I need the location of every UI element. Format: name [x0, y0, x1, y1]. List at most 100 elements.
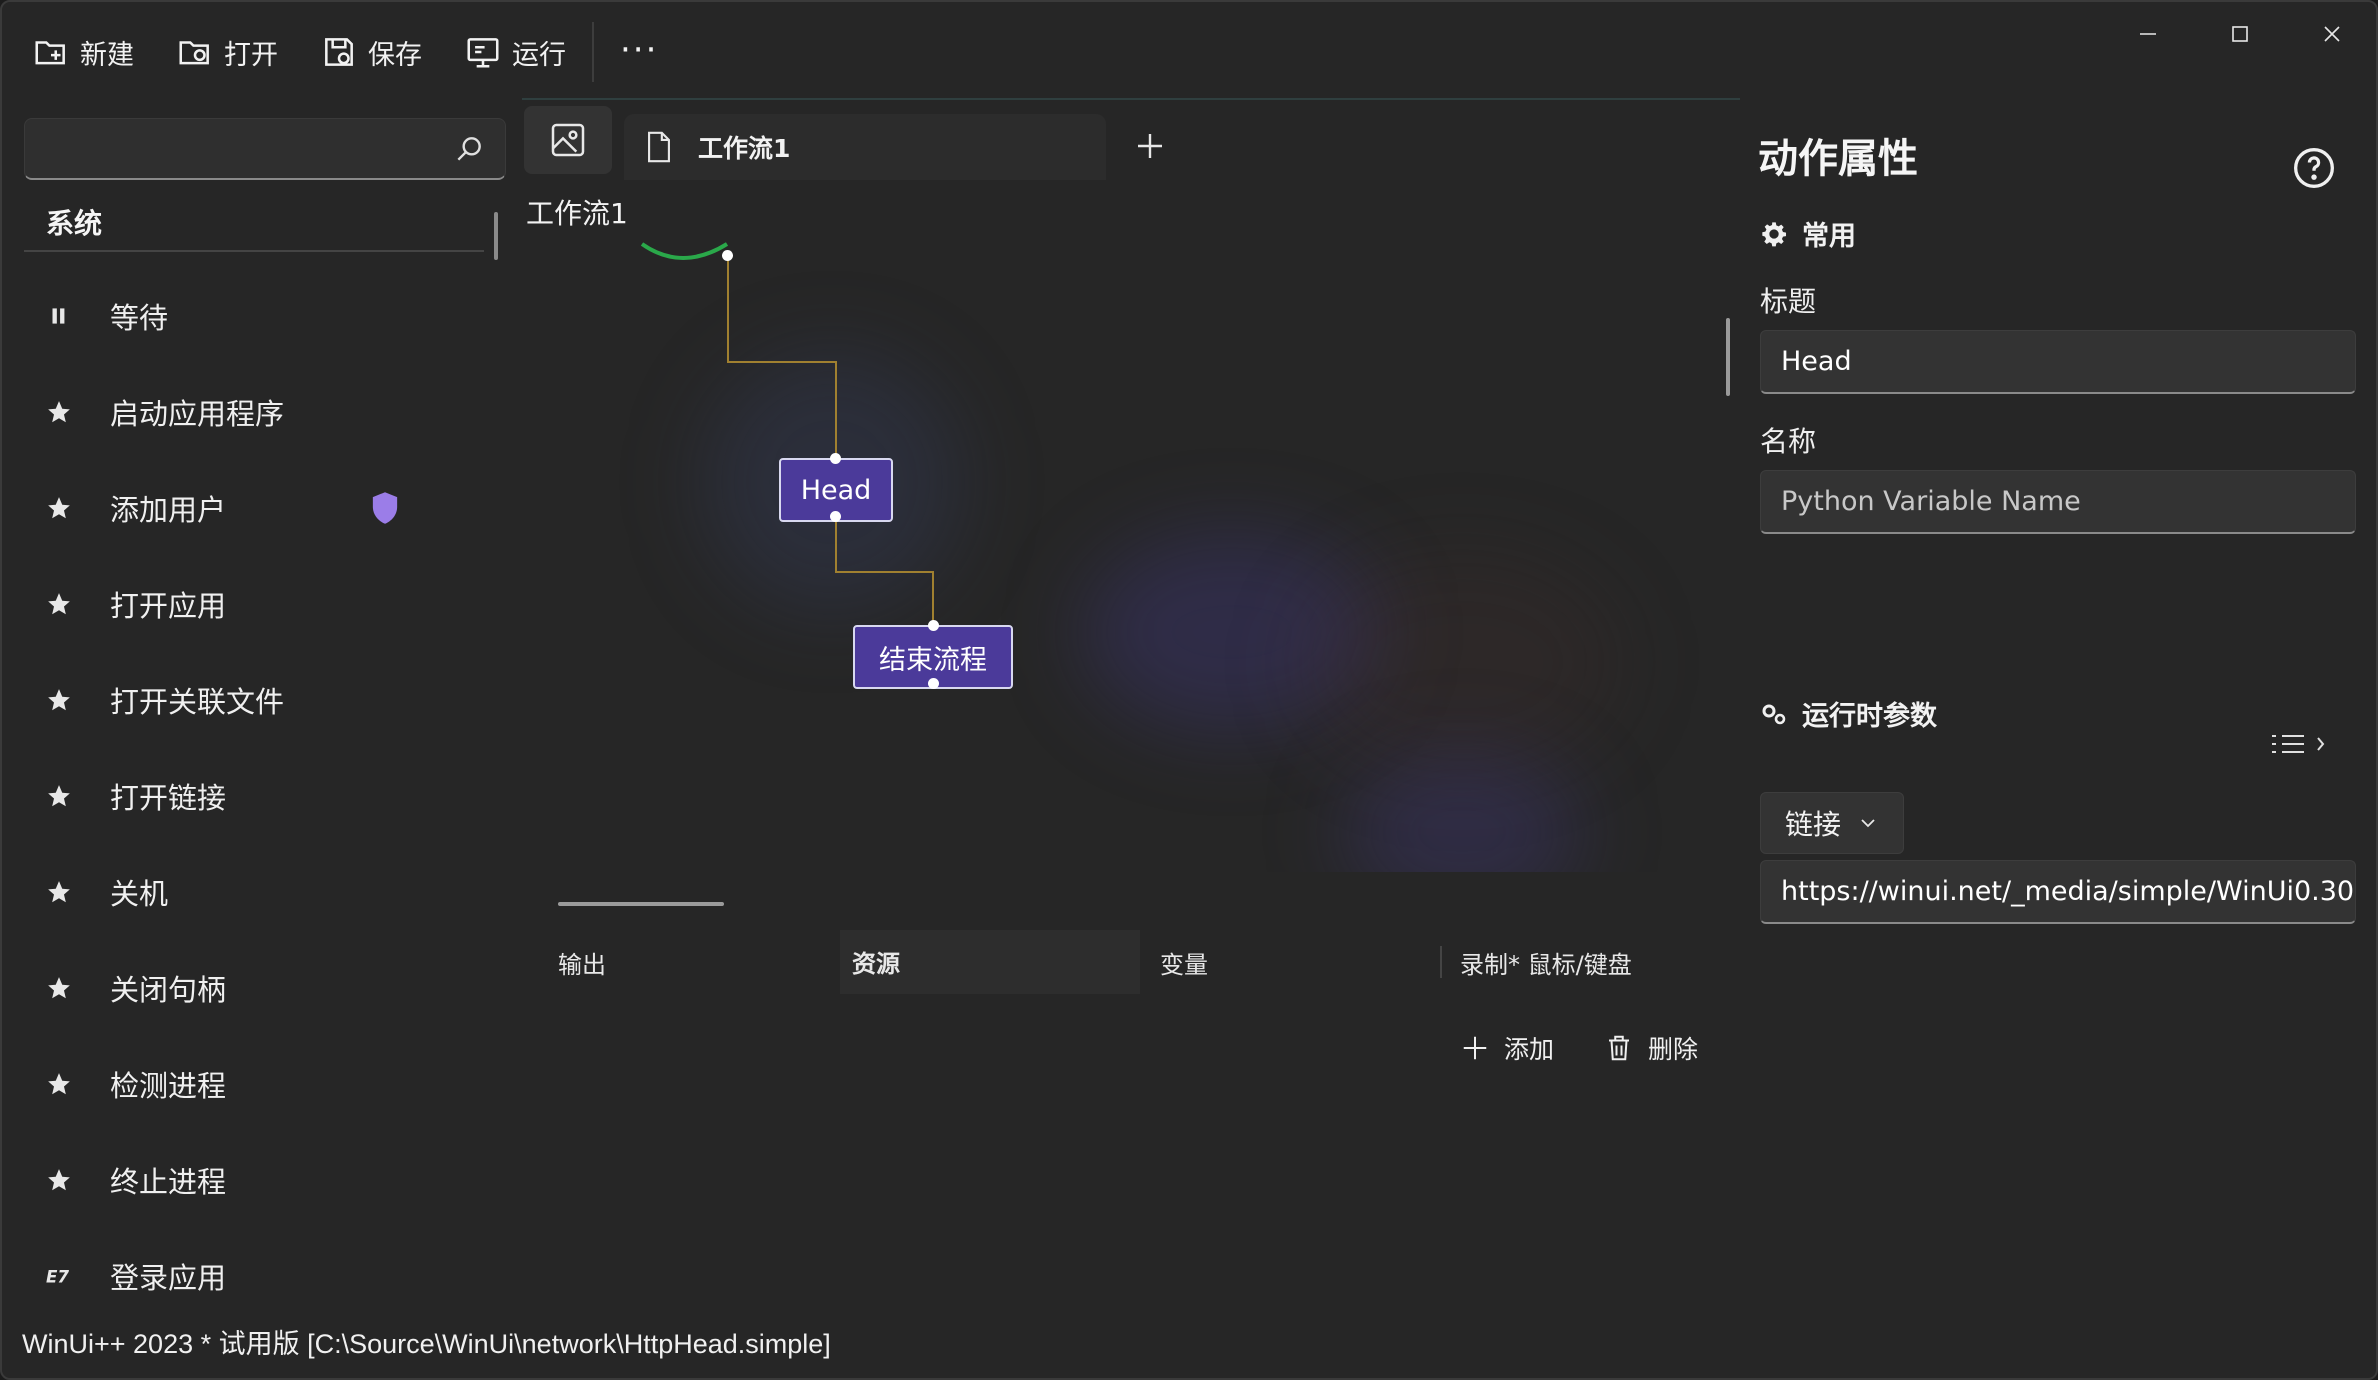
close-button[interactable]	[2302, 14, 2362, 54]
center-top-divider	[522, 98, 1740, 100]
sidebar-item-label: 打开关联文件	[110, 685, 285, 719]
sidebar-item-label: 关闭句柄	[110, 973, 227, 1007]
canvas-horizontal-scrollbar[interactable]	[558, 902, 724, 906]
bottom-tabs: 输出 资源 变量 录制* 鼠标/键盘	[522, 930, 1740, 1000]
name-field-label: 名称	[1760, 425, 1817, 458]
canvas-vertical-scrollbar[interactable]	[1726, 318, 1730, 396]
open-button[interactable]: 打开	[176, 28, 278, 76]
node-input-port[interactable]	[928, 620, 939, 631]
plus-icon	[1463, 1036, 1487, 1060]
search-input[interactable]	[39, 129, 439, 169]
node-output-port[interactable]	[830, 511, 841, 522]
tab-label: 工作流1	[698, 134, 791, 163]
trash-icon	[1609, 1035, 1629, 1061]
new-file-icon	[35, 41, 65, 65]
tab-workflow1[interactable]: 工作流1	[624, 114, 1106, 180]
sidebar-item-open-associated-file[interactable]: 打开关联文件	[32, 665, 502, 735]
sidebar-section-title: 系统	[46, 207, 103, 240]
common-section-label: 常用	[1802, 221, 1856, 252]
sidebar-item-label: 启动应用程序	[110, 397, 285, 431]
tab-record-mouse-keyboard[interactable]: 录制* 鼠标/键盘	[1460, 930, 1730, 994]
toolbar-divider	[592, 22, 594, 82]
url-input[interactable]	[1760, 860, 2356, 924]
tab-divider	[1440, 946, 1442, 978]
properties-title: 动作属性	[1758, 136, 1918, 182]
common-section-header: 常用	[1760, 214, 1856, 253]
new-button[interactable]: 新建	[32, 28, 134, 76]
run-monitor-icon	[467, 38, 499, 68]
sidebar-item-label: 检测进程	[110, 1069, 227, 1103]
gear-icon	[1762, 221, 1787, 246]
param-type-dropdown[interactable]: 链接	[1760, 792, 1904, 854]
runtime-section-label: 运行时参数	[1802, 701, 1937, 732]
name-input[interactable]	[1760, 470, 2356, 534]
sidebar-item-label: 终止进程	[110, 1165, 227, 1199]
title-field-label: 标题	[1760, 285, 1817, 318]
node-label: 结束流程	[879, 644, 987, 676]
gears-icon	[1762, 704, 1786, 724]
star-icon	[42, 875, 76, 909]
sidebar-item-close-handle[interactable]: 关闭句柄	[32, 953, 502, 1023]
star-icon	[42, 491, 76, 525]
tab-record-label: 录制* 鼠标/键盘	[1460, 950, 1632, 979]
connector-layer	[640, 242, 934, 632]
sidebar-item-shutdown[interactable]: 关机	[32, 857, 502, 927]
save-icon	[325, 38, 353, 66]
chevron-down-icon	[1861, 819, 1875, 828]
search-icon[interactable]	[453, 133, 485, 165]
tab-resources[interactable]: 资源	[840, 930, 1140, 994]
e7-icon: E7	[42, 1259, 76, 1293]
delete-button-label: 删除	[1648, 1035, 1699, 1064]
tab-variables[interactable]: 变量	[1160, 930, 1360, 994]
sidebar-item-open-link[interactable]: 打开链接	[32, 761, 502, 831]
start-node-arc	[640, 242, 729, 260]
sidebar-item-wait[interactable]: 等待	[32, 281, 502, 351]
open-folder-icon	[179, 41, 209, 65]
add-tab-icon[interactable]	[1132, 128, 1168, 164]
star-icon	[42, 779, 76, 813]
node-input-port[interactable]	[830, 453, 841, 464]
canvas-title: 工作流1	[526, 197, 628, 230]
sidebar-item-label: 等待	[110, 301, 169, 335]
image-icon	[551, 123, 585, 157]
run-button[interactable]: 运行	[464, 28, 566, 76]
minimize-button[interactable]	[2118, 14, 2178, 54]
add-button[interactable]: 添加	[1460, 1026, 1554, 1070]
node-output-port[interactable]	[928, 678, 939, 689]
app-window: 新建 打开 保存 运行 ··· 系统 等待 启动应用程序 添加用户 打开应用 打…	[0, 0, 2378, 1380]
tab-output[interactable]: 输出	[558, 930, 738, 994]
workflow-canvas[interactable]: Head 结束流程	[522, 232, 1740, 872]
sidebar-section-header[interactable]: 系统	[24, 192, 484, 252]
save-button[interactable]: 保存	[320, 28, 422, 76]
maximize-button[interactable]	[2210, 14, 2270, 54]
sidebar-item-detect-process[interactable]: 检测进程	[32, 1049, 502, 1119]
maximize-icon	[2232, 26, 2248, 42]
start-port[interactable]	[722, 250, 733, 261]
shield-icon	[372, 492, 398, 524]
sidebar-search[interactable]	[24, 118, 506, 180]
sidebar-item-label: 打开应用	[110, 589, 227, 623]
sidebar-scrollbar[interactable]	[494, 212, 498, 260]
status-bar-text: WinUi++ 2023 * 试用版 [C:\Source\WinUi\netw…	[22, 1329, 831, 1359]
sidebar-item-open-app[interactable]: 打开应用	[32, 569, 502, 639]
delete-button[interactable]: 删除	[1604, 1026, 1698, 1070]
sidebar-item-login-app[interactable]: E7 登录应用	[32, 1241, 502, 1311]
connector-line	[727, 256, 837, 460]
svg-text:E7: E7	[46, 1267, 69, 1287]
new-button-label: 新建	[80, 39, 134, 71]
sidebar-item-launch-app[interactable]: 启动应用程序	[32, 377, 502, 447]
sidebar-item-terminate-process[interactable]: 终止进程	[32, 1145, 502, 1215]
sidebar-item-add-user[interactable]: 添加用户	[32, 473, 502, 543]
dropdown-value: 链接	[1785, 808, 1842, 841]
title-input[interactable]	[1760, 330, 2356, 394]
star-icon	[42, 1067, 76, 1101]
list-view-icon[interactable]	[2270, 726, 2330, 762]
connector-line	[835, 516, 934, 632]
minimize-icon	[2140, 33, 2156, 35]
help-icon[interactable]	[2292, 146, 2336, 190]
star-icon	[42, 395, 76, 429]
more-button[interactable]: ···	[620, 30, 658, 70]
tab-variables-label: 变量	[1160, 950, 1208, 979]
image-view-button[interactable]	[524, 106, 612, 174]
sidebar-item-label: 登录应用	[110, 1261, 227, 1295]
